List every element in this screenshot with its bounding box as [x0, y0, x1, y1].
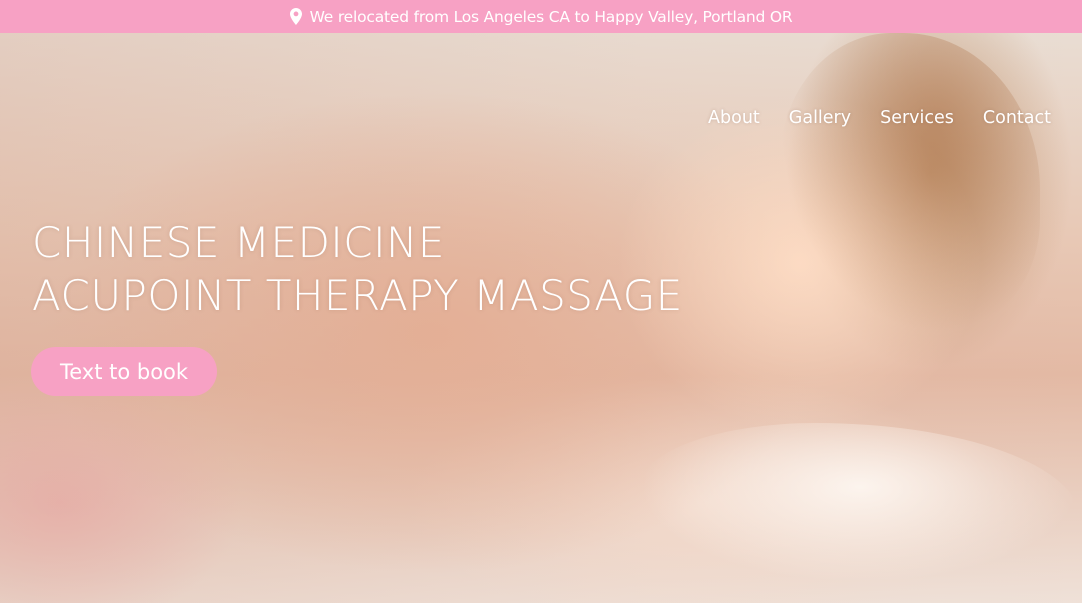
nav-link-contact[interactable]: Contact: [983, 108, 1051, 128]
nav-link-services[interactable]: Services: [880, 108, 954, 128]
hero-headline: CHINESE MEDICINE ACUPOINT THERAPY MASSAG…: [32, 216, 792, 322]
text-to-book-button[interactable]: Text to book: [31, 347, 217, 396]
announcement-bar: We relocated from Los Angeles CA to Happ…: [0, 0, 1082, 33]
announcement-text: We relocated from Los Angeles CA to Happ…: [309, 7, 793, 26]
nav-link-gallery[interactable]: Gallery: [789, 108, 851, 128]
map-pin-icon: [289, 8, 302, 25]
hero-headline-line-2: ACUPOINT THERAPY MASSAGE: [32, 271, 683, 320]
hero-headline-line-1: CHINESE MEDICINE: [32, 218, 445, 267]
nav-link-about[interactable]: About: [708, 108, 760, 128]
main-nav: About Gallery Services Contact: [708, 108, 1051, 128]
